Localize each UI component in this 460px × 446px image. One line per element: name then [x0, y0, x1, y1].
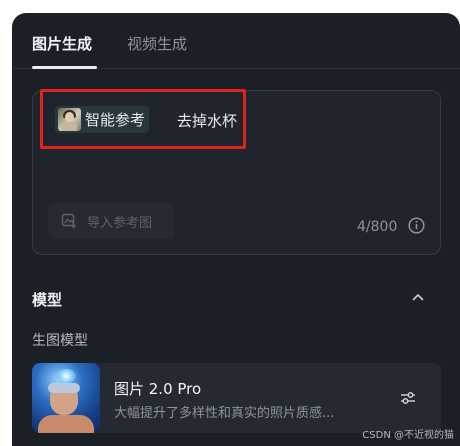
tab-bar: 图片生成 视频生成: [12, 13, 460, 69]
prompt-text: 去掉水杯: [177, 112, 238, 130]
active-tab-indicator: [32, 66, 97, 69]
character-count: 4/800: [357, 219, 398, 235]
import-reference-label: 导入参考图: [87, 215, 153, 231]
model-select-card[interactable]: 图片 2.0 Pro 大幅提升了多样性和真实的照片质感...: [32, 363, 441, 433]
tab-image-generation[interactable]: 图片生成: [32, 33, 92, 54]
smart-reference-chip[interactable]: 智能参考: [55, 106, 150, 133]
model-description: 大幅提升了多样性和真实的照片质感...: [114, 406, 335, 421]
model-name: 图片 2.0 Pro: [114, 380, 202, 398]
tab-video-generation[interactable]: 视频生成: [127, 33, 187, 54]
generation-panel: 图片生成 视频生成 智能参考 去掉水杯 导入参考图 4/800 模型 生图模型 …: [12, 13, 460, 446]
sliders-icon[interactable]: [399, 389, 417, 407]
model-section-title: 模型: [32, 291, 63, 309]
import-reference-button[interactable]: 导入参考图: [48, 203, 174, 239]
image-model-subtitle: 生图模型: [32, 333, 88, 349]
watermark: CSDN @不近视的猫: [362, 430, 454, 441]
reference-thumbnail: [58, 108, 81, 131]
image-add-icon: [61, 213, 76, 229]
prompt-input[interactable]: 智能参考 去掉水杯 导入参考图 4/800: [32, 90, 441, 255]
smart-reference-label: 智能参考: [85, 111, 146, 129]
model-thumbnail: [32, 363, 100, 433]
info-icon[interactable]: [408, 217, 425, 234]
chevron-up-icon[interactable]: [411, 290, 425, 304]
